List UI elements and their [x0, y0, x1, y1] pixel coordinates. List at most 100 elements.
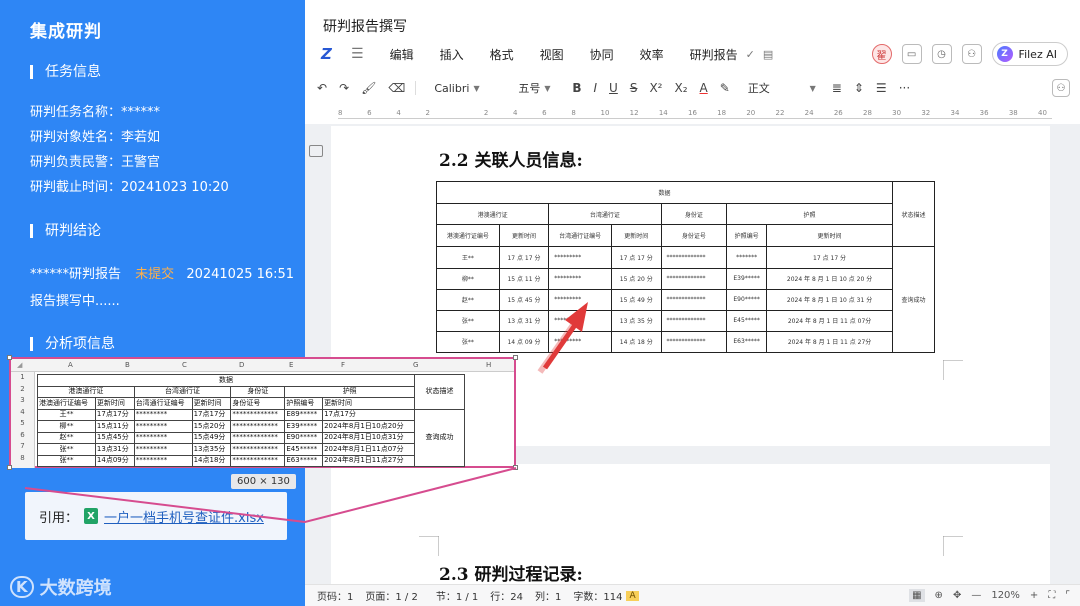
subscript-button[interactable]: X₂: [674, 81, 687, 95]
history-icon[interactable]: ◷: [931, 44, 952, 64]
sheet-cell[interactable]: 15点49分: [191, 431, 232, 444]
sheet-cell[interactable]: 17点17分: [94, 408, 135, 421]
sheet-cell[interactable]: *************: [230, 408, 286, 421]
fit-icon[interactable]: ✥: [953, 590, 961, 601]
ruler-tick: 16: [688, 109, 697, 117]
row-number: 7: [20, 442, 25, 450]
sheet-cell[interactable]: 17点17分: [322, 408, 415, 421]
paragraph-style-select[interactable]: 正文 ▼: [744, 80, 820, 96]
sheet-cell[interactable]: *************: [230, 454, 286, 467]
more-icon[interactable]: ···: [899, 81, 910, 95]
list-icon[interactable]: ☰: [876, 81, 887, 95]
user-avatar[interactable]: 翟: [871, 44, 892, 64]
menu-insert[interactable]: 插入: [440, 46, 464, 63]
resize-handle[interactable]: [513, 465, 518, 470]
sheet-cell[interactable]: 张**: [37, 454, 96, 467]
resize-handle[interactable]: [513, 355, 518, 360]
comment-icon[interactable]: ▭: [901, 44, 922, 64]
fullscreen-icon[interactable]: ⌜: [1065, 590, 1070, 601]
report-time: 20241025 16:51: [186, 267, 295, 282]
user-panel-icon[interactable]: ⚇: [1052, 79, 1070, 97]
sheet-cell[interactable]: *************: [230, 420, 286, 433]
font-family-select[interactable]: Calibri ▼: [430, 82, 500, 95]
strikethrough-button[interactable]: S: [630, 81, 638, 95]
font-size-select[interactable]: 五号 ▼: [514, 80, 560, 96]
undo-icon[interactable]: ↶: [317, 81, 327, 95]
line-spacing-icon[interactable]: ⇕: [854, 81, 864, 95]
row-number: 1: [20, 373, 25, 381]
menu-collab[interactable]: 协同: [590, 46, 614, 63]
citation-file-link[interactable]: 一户一档手机号查证件.xlsx: [104, 507, 264, 526]
sheet-cell[interactable]: 15点11分: [94, 420, 135, 433]
superscript-button[interactable]: X²: [649, 81, 662, 95]
sheet-subheader: 更新时间: [322, 397, 415, 410]
sheet-cell[interactable]: 13点31分: [94, 443, 135, 456]
bold-button[interactable]: B: [572, 81, 581, 95]
analysis-section-title: 分析项信息: [30, 337, 115, 351]
resize-handle[interactable]: [7, 355, 12, 360]
ruler-tick: 2: [425, 109, 430, 117]
zoom-out-icon[interactable]: —: [971, 590, 981, 601]
sheet-cell[interactable]: E90*****: [284, 431, 324, 444]
sheet-cell[interactable]: *************: [230, 431, 286, 444]
fit-width-icon[interactable]: ⛶: [1048, 590, 1055, 601]
sheet-cell[interactable]: 2024年8月1日11点27分: [322, 454, 415, 467]
sheet-cell[interactable]: 柳**: [37, 420, 96, 433]
zoom-in-icon[interactable]: +: [1030, 590, 1038, 601]
sheet-cell[interactable]: *********: [133, 454, 193, 467]
sheet-cell[interactable]: E63*****: [284, 454, 324, 467]
menu-view[interactable]: 视图: [540, 46, 564, 63]
status-pages: 页面：1 / 2: [365, 592, 418, 603]
sheet-status[interactable]: 查询成功: [414, 408, 465, 467]
redo-icon[interactable]: ↷: [339, 81, 349, 95]
sheet-cell[interactable]: *********: [133, 443, 193, 456]
sheet-cell[interactable]: 赵**: [37, 431, 96, 444]
sheet-cell[interactable]: 15点45分: [94, 431, 135, 444]
filez-ai-button[interactable]: Z Filez AI: [991, 42, 1068, 66]
sheet-cell[interactable]: 14点18分: [191, 454, 232, 467]
menu-report[interactable]: 研判报告: [690, 46, 738, 63]
page-view-icon[interactable]: ▦: [909, 589, 925, 602]
sheet-cell[interactable]: 张**: [37, 443, 96, 456]
menu-edit[interactable]: 编辑: [390, 46, 414, 63]
sheet-cell[interactable]: 17点17分: [191, 408, 232, 421]
margin-corner: [943, 536, 963, 556]
sheet-cell[interactable]: 15点20分: [191, 420, 232, 433]
share-users-icon[interactable]: ⚇: [961, 44, 982, 64]
clear-format-icon[interactable]: ⌫: [388, 81, 405, 95]
sheet-cell[interactable]: E39*****: [284, 420, 324, 433]
sheet-cell[interactable]: E45*****: [284, 443, 324, 456]
format-painter-icon[interactable]: 🖌︎: [361, 81, 376, 95]
spreadsheet-preview[interactable]: ◢ A B C D E F G H 1 2 3 4 5 6 7 8 数据 状态描…: [7, 355, 518, 470]
italic-button[interactable]: I: [593, 81, 597, 95]
outline-icon[interactable]: [309, 145, 323, 157]
sheet-subheader: 更新时间: [94, 397, 135, 410]
sheet-cell[interactable]: 2024年8月1日11点07分: [322, 443, 415, 456]
sheet-cell[interactable]: *********: [133, 420, 193, 433]
sheet-cell[interactable]: 2024年8月1日10点20分: [322, 420, 415, 433]
document-page-2[interactable]: 2.3 研判过程记录:: [331, 464, 1050, 585]
sheet-cell[interactable]: E89*****: [284, 408, 324, 421]
menu-efficiency[interactable]: 效率: [640, 46, 664, 63]
highlight-icon[interactable]: ✎: [720, 81, 730, 95]
sheet-cell[interactable]: *********: [133, 408, 193, 421]
sheet-cell[interactable]: 14点09分: [94, 454, 135, 467]
sheet-cell[interactable]: 2024年8月1日10点31分: [322, 431, 415, 444]
document-table[interactable]: 数据 状态描述 港澳通行证 台湾通行证 身份证 护照 港澳通行证编号 更新时间 …: [435, 180, 935, 354]
menu-format[interactable]: 格式: [490, 46, 514, 63]
align-icon[interactable]: ≣: [832, 81, 842, 95]
sheet-cell[interactable]: 13点35分: [191, 443, 232, 456]
web-view-icon[interactable]: ⊕: [935, 590, 943, 601]
sheet-cell[interactable]: *************: [230, 443, 286, 456]
select-all-icon[interactable]: ◢: [17, 361, 22, 369]
report-line[interactable]: ******研判报告 未提交 20241025 16:51: [30, 263, 294, 282]
horizontal-ruler[interactable]: 8 6 4 2 2 4 6 8 10 12 14 16 18 20 22 24 26 28 30 32 34 36 38 40: [332, 107, 1052, 121]
spreadsheet-table[interactable]: 数据 状态描述 港澳通行证 台湾通行证 身份证 护照 港澳通行证编号 更新时间 …: [37, 374, 465, 467]
sheet-cell[interactable]: *********: [133, 431, 193, 444]
underline-button[interactable]: U: [609, 81, 618, 95]
sheet-cell[interactable]: 王**: [37, 408, 96, 421]
zoom-level[interactable]: 120%: [991, 590, 1020, 601]
hamburger-menu-icon[interactable]: ☰: [351, 46, 364, 62]
resize-handle[interactable]: [7, 465, 12, 470]
font-color-button[interactable]: A: [700, 81, 708, 95]
